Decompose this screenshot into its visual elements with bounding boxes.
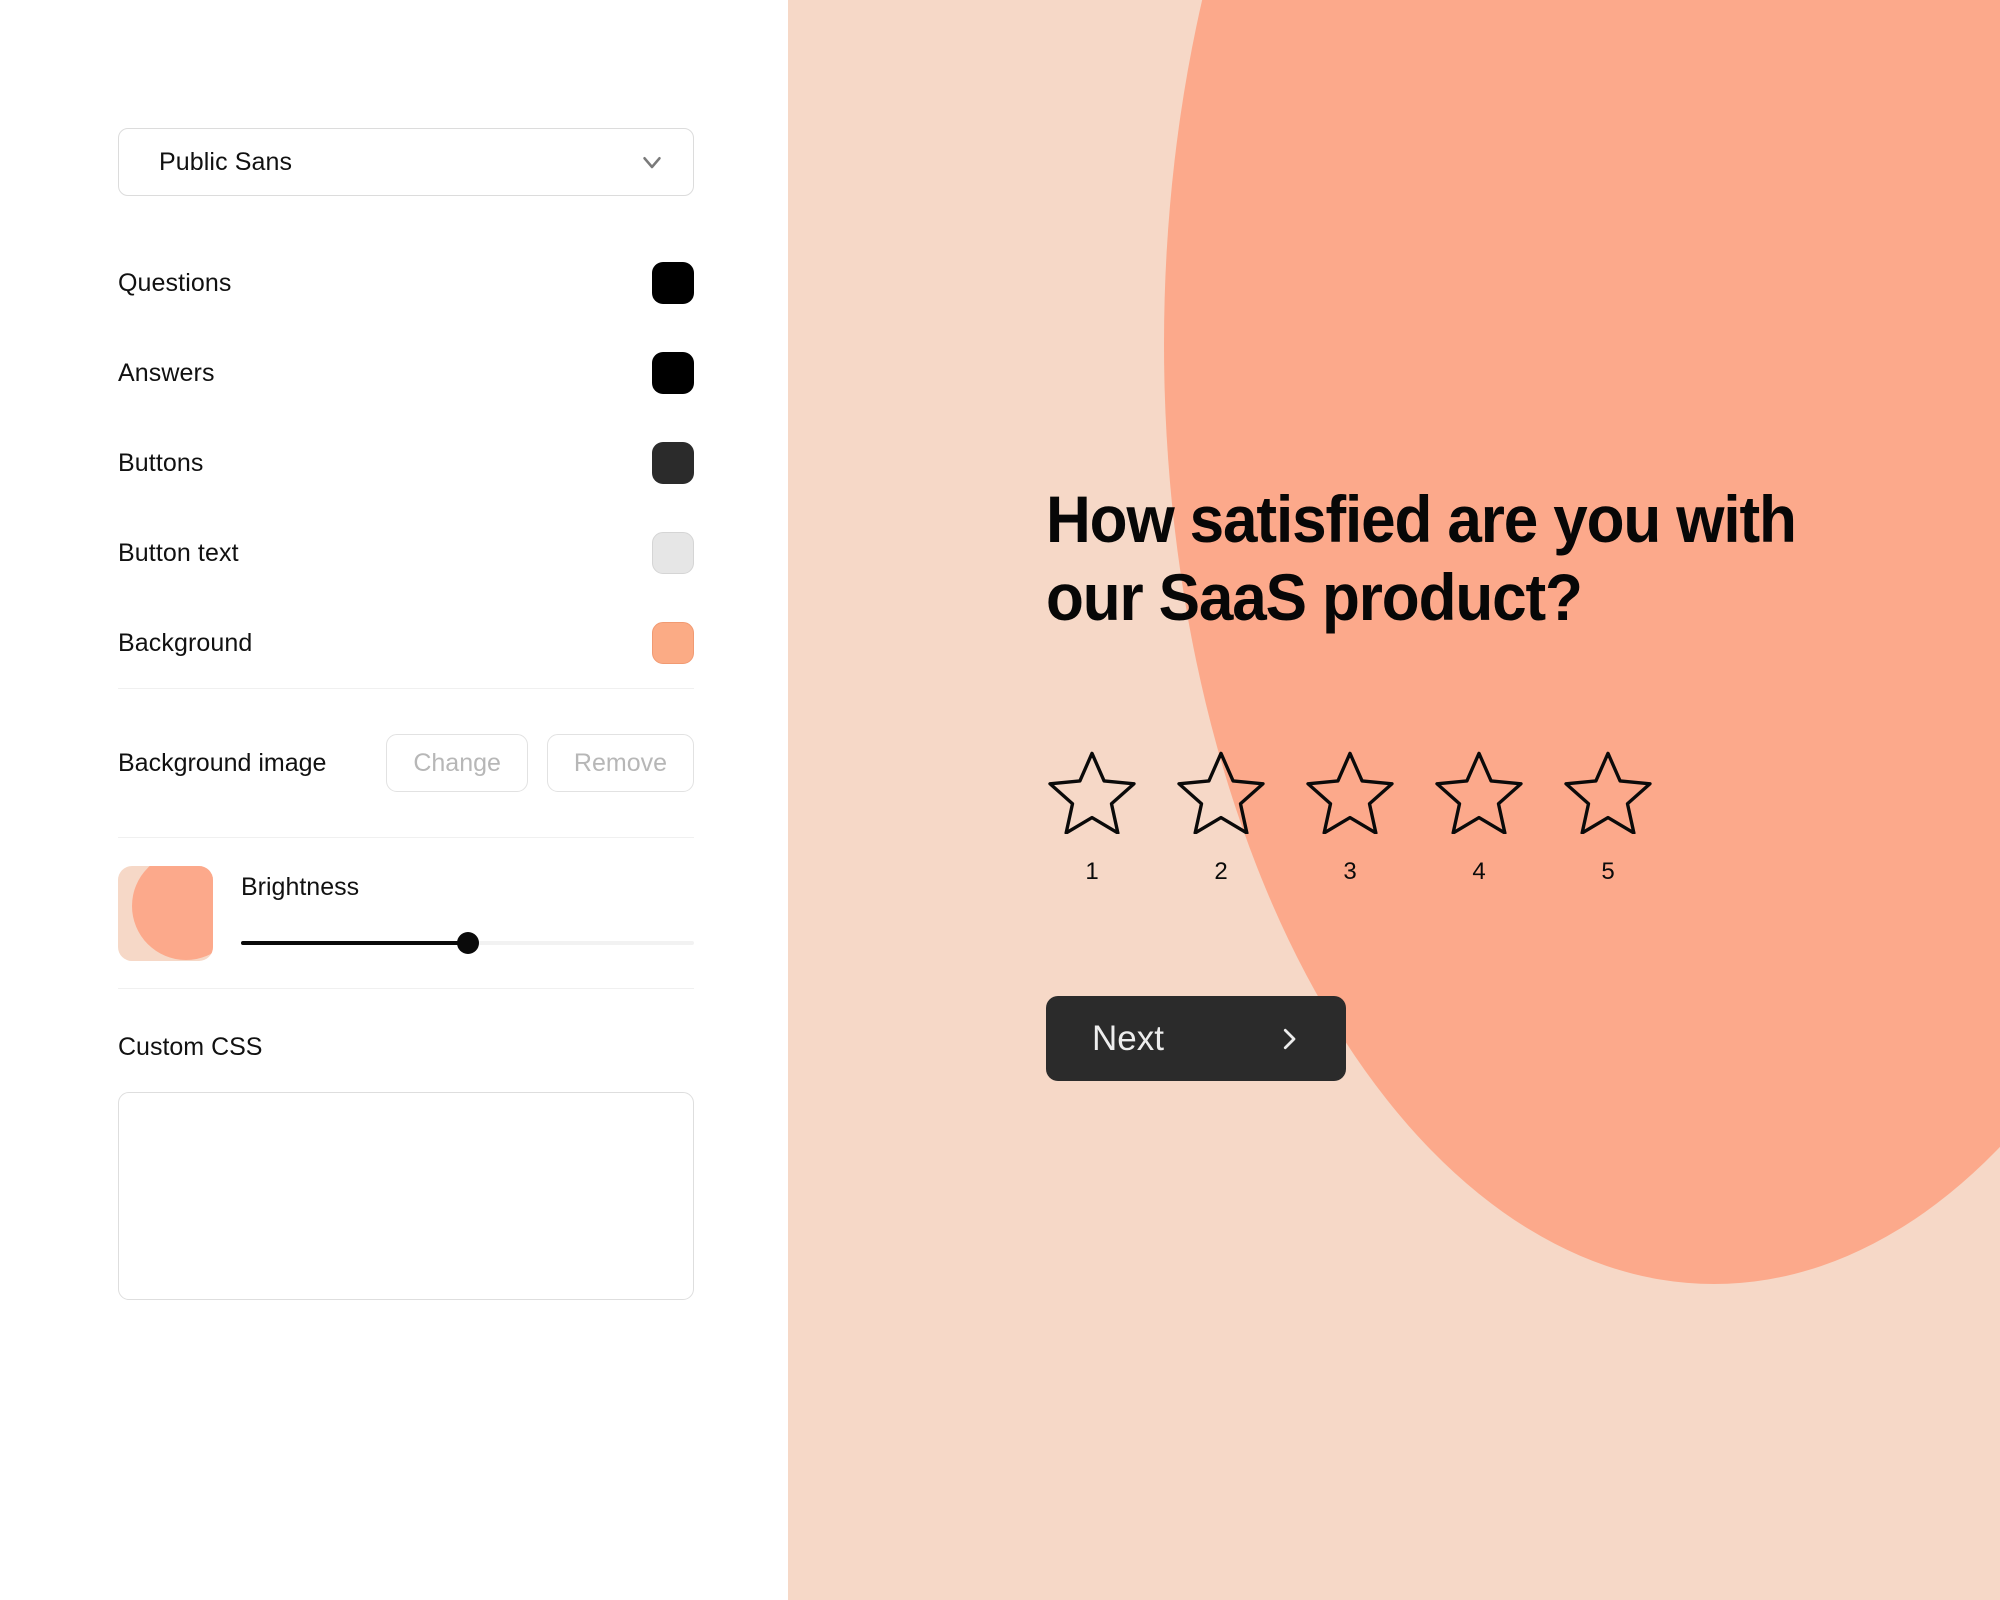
star-rating-row: 1 2 3 4 5 xyxy=(1046,750,1866,886)
theme-editor-app: Public Sans Questions Answers Buttons Bu… xyxy=(0,0,2000,1600)
star-rating-option-3[interactable]: 3 xyxy=(1304,750,1396,886)
star-outline-icon xyxy=(1177,750,1265,834)
star-outline-icon xyxy=(1564,750,1652,834)
star-outline-icon xyxy=(1435,750,1523,834)
color-row-questions: Questions xyxy=(118,238,694,328)
editor-sidebar: Public Sans Questions Answers Buttons Bu… xyxy=(0,0,788,1600)
color-row-label: Buttons xyxy=(118,448,204,477)
star-rating-option-1[interactable]: 1 xyxy=(1046,750,1138,886)
color-swatch-questions[interactable] xyxy=(652,262,694,304)
question-title: How satisfied are you with our SaaS prod… xyxy=(1046,482,1797,634)
background-image-label: Background image xyxy=(118,748,327,777)
color-row-button-text: Button text xyxy=(118,508,694,598)
change-background-image-button[interactable]: Change xyxy=(386,734,528,792)
star-outline-icon xyxy=(1306,750,1394,834)
star-rating-option-5[interactable]: 5 xyxy=(1562,750,1654,886)
star-outline-icon xyxy=(1048,750,1136,834)
background-image-setting: Background image Change Remove xyxy=(118,689,694,837)
color-row-label: Questions xyxy=(118,268,232,297)
survey-preview: How satisfied are you with our SaaS prod… xyxy=(788,0,2000,1600)
color-row-buttons: Buttons xyxy=(118,418,694,508)
brightness-label: Brightness xyxy=(241,872,360,901)
star-rating-group: 1 2 3 4 5 xyxy=(1046,750,1866,886)
font-family-value: Public Sans xyxy=(159,147,293,176)
star-rating-label: 3 xyxy=(1343,858,1357,885)
background-image-thumbnail[interactable] xyxy=(118,865,213,961)
color-row-answers: Answers xyxy=(118,328,694,418)
next-button[interactable]: Next xyxy=(1046,996,1346,1081)
color-row-label: Button text xyxy=(118,538,239,567)
color-swatch-background[interactable] xyxy=(652,622,694,664)
brightness-slider[interactable] xyxy=(241,931,694,954)
custom-css-setting: Custom CSS xyxy=(118,989,694,1305)
survey-content: How satisfied are you with our SaaS prod… xyxy=(1046,480,1866,1081)
color-row-background: Background xyxy=(118,598,694,688)
brightness-setting: Brightness xyxy=(118,838,694,988)
color-swatch-button-text[interactable] xyxy=(652,532,694,574)
color-row-label: Background xyxy=(118,628,253,657)
custom-css-input[interactable] xyxy=(118,1092,694,1300)
slider-thumb[interactable] xyxy=(456,931,479,954)
star-rating-label: 1 xyxy=(1085,858,1099,885)
color-row-label: Answers xyxy=(118,358,215,387)
remove-background-image-button[interactable]: Remove xyxy=(546,734,694,792)
next-button-label: Next xyxy=(1092,1018,1164,1058)
background-image-actions: Change Remove xyxy=(386,734,694,792)
star-rating-option-4[interactable]: 4 xyxy=(1433,750,1525,886)
star-rating-label: 5 xyxy=(1601,858,1615,885)
star-rating-label: 4 xyxy=(1472,858,1486,885)
star-rating-label: 2 xyxy=(1214,858,1228,885)
slider-fill xyxy=(241,940,468,945)
star-rating-option-2[interactable]: 2 xyxy=(1175,750,1267,886)
custom-css-label: Custom CSS xyxy=(118,1033,263,1061)
font-family-select[interactable]: Public Sans xyxy=(118,128,694,196)
color-swatch-answers[interactable] xyxy=(652,352,694,394)
chevron-down-icon xyxy=(637,147,667,177)
chevron-right-icon xyxy=(1274,1024,1304,1054)
color-settings-list: Questions Answers Buttons Button text Ba xyxy=(118,238,694,688)
color-swatch-buttons[interactable] xyxy=(652,442,694,484)
